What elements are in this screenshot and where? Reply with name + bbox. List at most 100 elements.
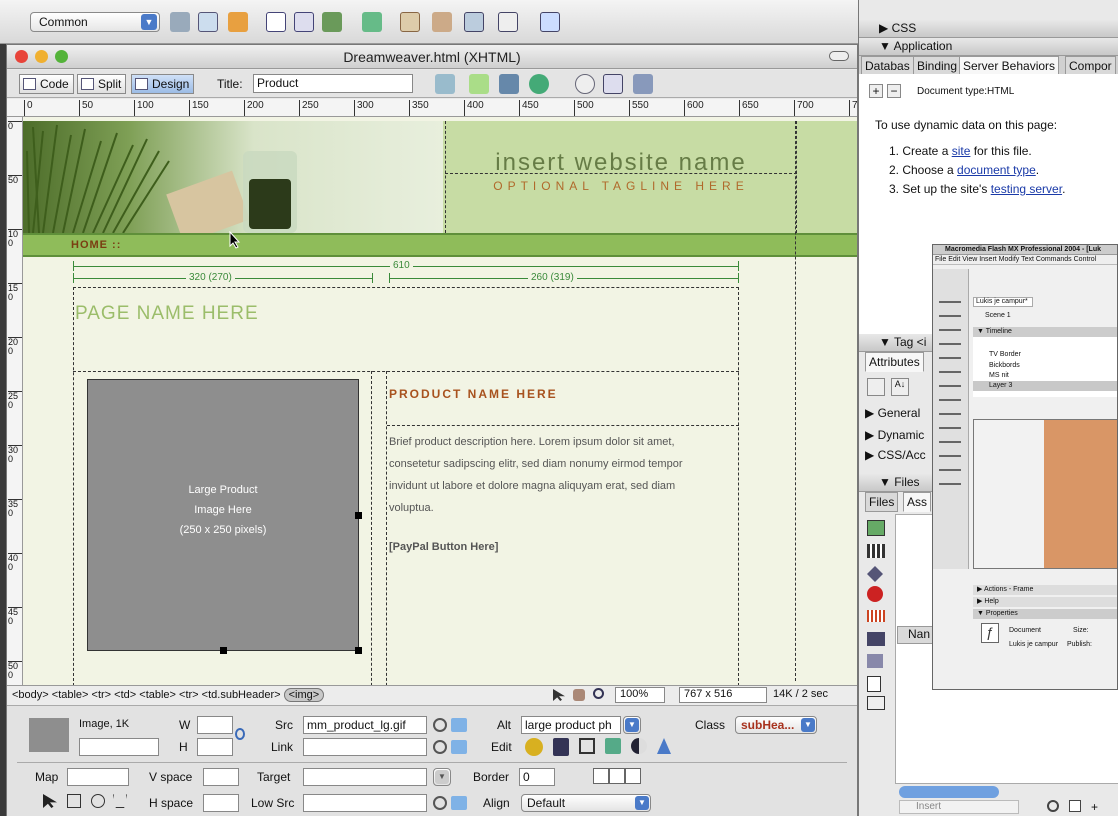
zoom-select[interactable]: 100% bbox=[615, 687, 665, 703]
tab-assets[interactable]: Ass bbox=[903, 492, 932, 512]
flash-help-panel[interactable]: ▶ Help bbox=[973, 597, 1117, 607]
link-point-to-file-icon[interactable] bbox=[433, 740, 447, 754]
tab-server-behaviors[interactable]: Server Behaviors bbox=[959, 56, 1060, 76]
target-dropdown[interactable]: ▼ bbox=[433, 768, 451, 786]
templates-asset-icon[interactable] bbox=[867, 676, 881, 692]
flash-stage[interactable] bbox=[973, 419, 1117, 569]
class-select[interactable]: subHea... ▼ bbox=[735, 716, 817, 734]
tab-databases[interactable]: Databas bbox=[861, 56, 914, 76]
map-name-input[interactable] bbox=[67, 768, 129, 786]
design-canvas[interactable]: insert website name OPTIONAL TAGLINE HER… bbox=[23, 117, 857, 685]
image-name-input[interactable] bbox=[79, 738, 159, 756]
browser-check-icon[interactable] bbox=[469, 74, 489, 94]
tag-inspector-header[interactable]: ▼ Tag <i bbox=[859, 334, 935, 352]
select-tool-icon[interactable] bbox=[553, 689, 565, 701]
tag-table[interactable]: <table> bbox=[52, 689, 89, 701]
date-icon[interactable] bbox=[400, 12, 420, 32]
testing-server-link[interactable]: testing server bbox=[991, 182, 1062, 196]
tag-td[interactable]: <td> bbox=[114, 689, 136, 701]
link-browse-folder-icon[interactable] bbox=[451, 740, 467, 754]
page-title-input[interactable]: Product bbox=[253, 74, 413, 93]
tag-body[interactable]: <body> bbox=[12, 689, 49, 701]
resample-icon[interactable] bbox=[605, 738, 621, 754]
library-asset-icon[interactable] bbox=[867, 696, 885, 710]
add-behavior-button[interactable]: + bbox=[869, 84, 883, 98]
border-input[interactable]: 0 bbox=[519, 768, 555, 786]
flash-actions-panel[interactable]: ▶ Actions - Frame bbox=[973, 585, 1117, 595]
movies-asset-icon[interactable] bbox=[867, 632, 885, 646]
align-right-icon[interactable] bbox=[625, 768, 641, 784]
point-to-file-icon[interactable] bbox=[433, 718, 447, 732]
tab-attributes[interactable]: Attributes bbox=[865, 352, 924, 372]
circle-hotspot-icon[interactable] bbox=[91, 794, 105, 808]
media-icon[interactable] bbox=[362, 12, 382, 32]
reset-size-icon[interactable] bbox=[235, 728, 245, 740]
category-view-icon[interactable] bbox=[867, 378, 885, 396]
css-panel-header[interactable]: ▶ CSS bbox=[859, 20, 1118, 38]
link-input[interactable] bbox=[303, 738, 427, 756]
remove-behavior-button[interactable]: − bbox=[887, 84, 901, 98]
scripts-asset-icon[interactable] bbox=[867, 654, 883, 668]
flash-doc-tab[interactable]: Lukis je campur* bbox=[973, 297, 1033, 307]
hotspot-pointer-icon[interactable] bbox=[43, 794, 57, 808]
named-anchor-icon[interactable] bbox=[228, 12, 248, 32]
table-icon[interactable] bbox=[266, 12, 286, 32]
optimize-icon[interactable] bbox=[553, 738, 569, 756]
horizontal-scrollbar[interactable] bbox=[899, 786, 999, 798]
tag-td-subheader[interactable]: <td.subHeader> bbox=[202, 689, 281, 701]
debug-icon[interactable] bbox=[499, 74, 519, 94]
insert-category-select[interactable]: Common ▼ bbox=[30, 12, 160, 32]
head-icon[interactable] bbox=[540, 12, 560, 32]
view-options-icon[interactable] bbox=[603, 74, 623, 94]
flash-layer-4[interactable]: Layer 3 bbox=[973, 381, 1117, 391]
design-view-button[interactable]: Design bbox=[131, 74, 195, 94]
document-type-link[interactable]: document type bbox=[957, 163, 1036, 177]
add-favorite-icon[interactable]: + bbox=[1091, 800, 1098, 814]
width-input[interactable] bbox=[197, 716, 233, 734]
nav-home-link[interactable]: HOME :: bbox=[71, 239, 121, 251]
group-dynamic[interactable]: ▶ Dynamic bbox=[865, 428, 924, 442]
height-input[interactable] bbox=[197, 738, 233, 756]
target-input[interactable] bbox=[303, 768, 427, 786]
edit-image-icon[interactable] bbox=[525, 738, 543, 756]
urls-asset-icon[interactable] bbox=[867, 566, 883, 582]
flash-app-window[interactable]: Macromedia Flash MX Professional 2004 - … bbox=[932, 244, 1118, 690]
group-css[interactable]: ▶ CSS/Acc bbox=[865, 448, 926, 462]
hand-tool-icon[interactable] bbox=[573, 689, 585, 701]
refresh-assets-icon[interactable] bbox=[1047, 800, 1059, 812]
email-link-icon[interactable] bbox=[198, 12, 218, 32]
tab-bindings[interactable]: Binding bbox=[913, 56, 962, 76]
src-input[interactable]: mm_product_lg.gif bbox=[303, 716, 427, 734]
templates-icon[interactable] bbox=[464, 12, 484, 32]
resize-handle-bottom[interactable] bbox=[220, 647, 227, 654]
file-management-icon[interactable] bbox=[435, 74, 455, 94]
alt-input[interactable]: large product ph bbox=[521, 716, 621, 734]
comment-icon[interactable] bbox=[432, 12, 452, 32]
site-link[interactable]: site bbox=[952, 144, 971, 158]
colors-asset-icon[interactable] bbox=[867, 544, 885, 558]
flash-asset-icon[interactable] bbox=[867, 586, 883, 602]
crop-icon[interactable] bbox=[579, 738, 595, 754]
sharpen-icon[interactable] bbox=[657, 738, 671, 754]
images-asset-icon[interactable] bbox=[867, 520, 885, 536]
brightness-icon[interactable] bbox=[631, 738, 647, 754]
align-left-icon[interactable] bbox=[593, 768, 609, 784]
edit-asset-icon[interactable] bbox=[1069, 800, 1081, 812]
files-panel-header[interactable]: ▼ Files bbox=[859, 474, 935, 492]
flash-layer-3[interactable]: MS nit bbox=[973, 371, 1117, 381]
tag-tr-inner[interactable]: <tr> bbox=[179, 689, 199, 701]
image-icon[interactable] bbox=[322, 12, 342, 32]
insert-button[interactable]: Insert bbox=[899, 800, 1019, 814]
flash-properties-header[interactable]: ▼ Properties bbox=[973, 609, 1117, 619]
lowsrc-browse-folder-icon[interactable] bbox=[451, 796, 467, 810]
tab-files[interactable]: Files bbox=[865, 492, 899, 512]
polygon-hotspot-icon[interactable] bbox=[113, 794, 127, 808]
resize-handle-right[interactable] bbox=[355, 512, 362, 519]
tag-img-selected[interactable]: <img> bbox=[283, 688, 325, 702]
refresh-icon[interactable] bbox=[575, 74, 595, 94]
align-select[interactable]: Default ▼ bbox=[521, 794, 651, 812]
lowsrc-input[interactable] bbox=[303, 794, 427, 812]
toolbar-toggle-icon[interactable] bbox=[829, 51, 849, 61]
align-center-icon[interactable] bbox=[609, 768, 625, 784]
shockwave-asset-icon[interactable] bbox=[867, 610, 885, 622]
